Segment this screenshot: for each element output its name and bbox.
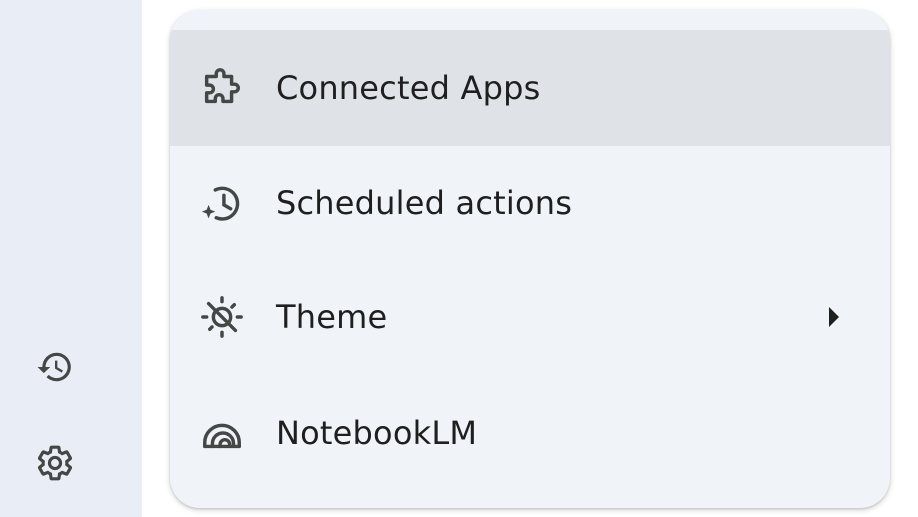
- notebooklm-icon: [198, 409, 246, 457]
- menu-item-scheduled-actions[interactable]: Scheduled actions: [170, 146, 890, 260]
- page: Connected Apps Scheduled actions Theme N…: [0, 0, 918, 517]
- gear-icon: [38, 445, 72, 481]
- menu-item-connected-apps[interactable]: Connected Apps: [170, 30, 890, 146]
- side-rail: [0, 0, 142, 517]
- puzzle-icon: [198, 64, 246, 112]
- overflow-menu: Connected Apps Scheduled actions Theme N…: [170, 10, 890, 508]
- menu-item-label: NotebookLM: [276, 414, 478, 452]
- theme-icon: [198, 293, 246, 341]
- menu-item-theme[interactable]: Theme: [170, 260, 890, 374]
- menu-item-label: Scheduled actions: [276, 184, 573, 222]
- menu-item-label: Theme: [276, 298, 388, 336]
- submenu-arrow-icon: [824, 303, 844, 331]
- history-icon: [37, 352, 71, 382]
- settings-button[interactable]: [31, 439, 79, 487]
- scheduled-clock-icon: [198, 179, 246, 227]
- history-button[interactable]: [31, 343, 79, 391]
- menu-item-notebooklm[interactable]: NotebookLM: [170, 376, 890, 490]
- menu-item-label: Connected Apps: [276, 69, 541, 107]
